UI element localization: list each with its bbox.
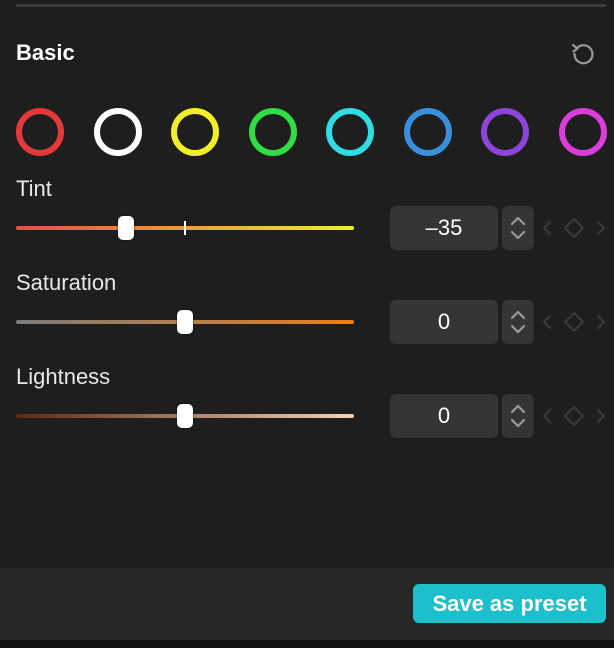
- tint-value-field[interactable]: –35: [390, 206, 498, 250]
- saturation-stepper[interactable]: [502, 300, 534, 344]
- lightness-value-field[interactable]: 0: [390, 394, 498, 438]
- swatch-blue[interactable]: [403, 108, 452, 156]
- saturation-label: Saturation: [16, 270, 117, 295]
- swatch-orange[interactable]: [93, 108, 142, 156]
- save-as-preset-button[interactable]: Save as preset: [413, 584, 606, 623]
- bottom-edge: [0, 640, 614, 648]
- section-title: Basic: [16, 40, 75, 65]
- lightness-slider-thumb[interactable]: [177, 404, 193, 428]
- tint-keyframe-nav[interactable]: [540, 217, 610, 239]
- saturation-value-field[interactable]: 0: [390, 300, 498, 344]
- tint-stepper[interactable]: [502, 206, 534, 250]
- swatch-red[interactable]: [16, 108, 64, 156]
- lightness-stepper[interactable]: [502, 394, 534, 438]
- tint-label: Tint: [16, 176, 52, 201]
- lightness-keyframe-nav[interactable]: [540, 405, 610, 427]
- swatch-magenta[interactable]: [558, 108, 607, 156]
- top-divider: [16, 4, 606, 7]
- swatch-green[interactable]: [248, 108, 297, 156]
- color-swatches: [16, 108, 608, 156]
- swatch-cyan[interactable]: [326, 108, 374, 156]
- lightness-label: Lightness: [16, 364, 111, 389]
- tint-slider-thumb[interactable]: [117, 216, 134, 240]
- swatch-yellow[interactable]: [171, 108, 219, 156]
- swatch-purple[interactable]: [481, 108, 529, 156]
- saturation-slider-thumb[interactable]: [177, 310, 193, 334]
- saturation-keyframe-nav[interactable]: [540, 311, 610, 333]
- tint-center-mark: [184, 221, 186, 235]
- reset-icon[interactable]: [570, 41, 596, 67]
